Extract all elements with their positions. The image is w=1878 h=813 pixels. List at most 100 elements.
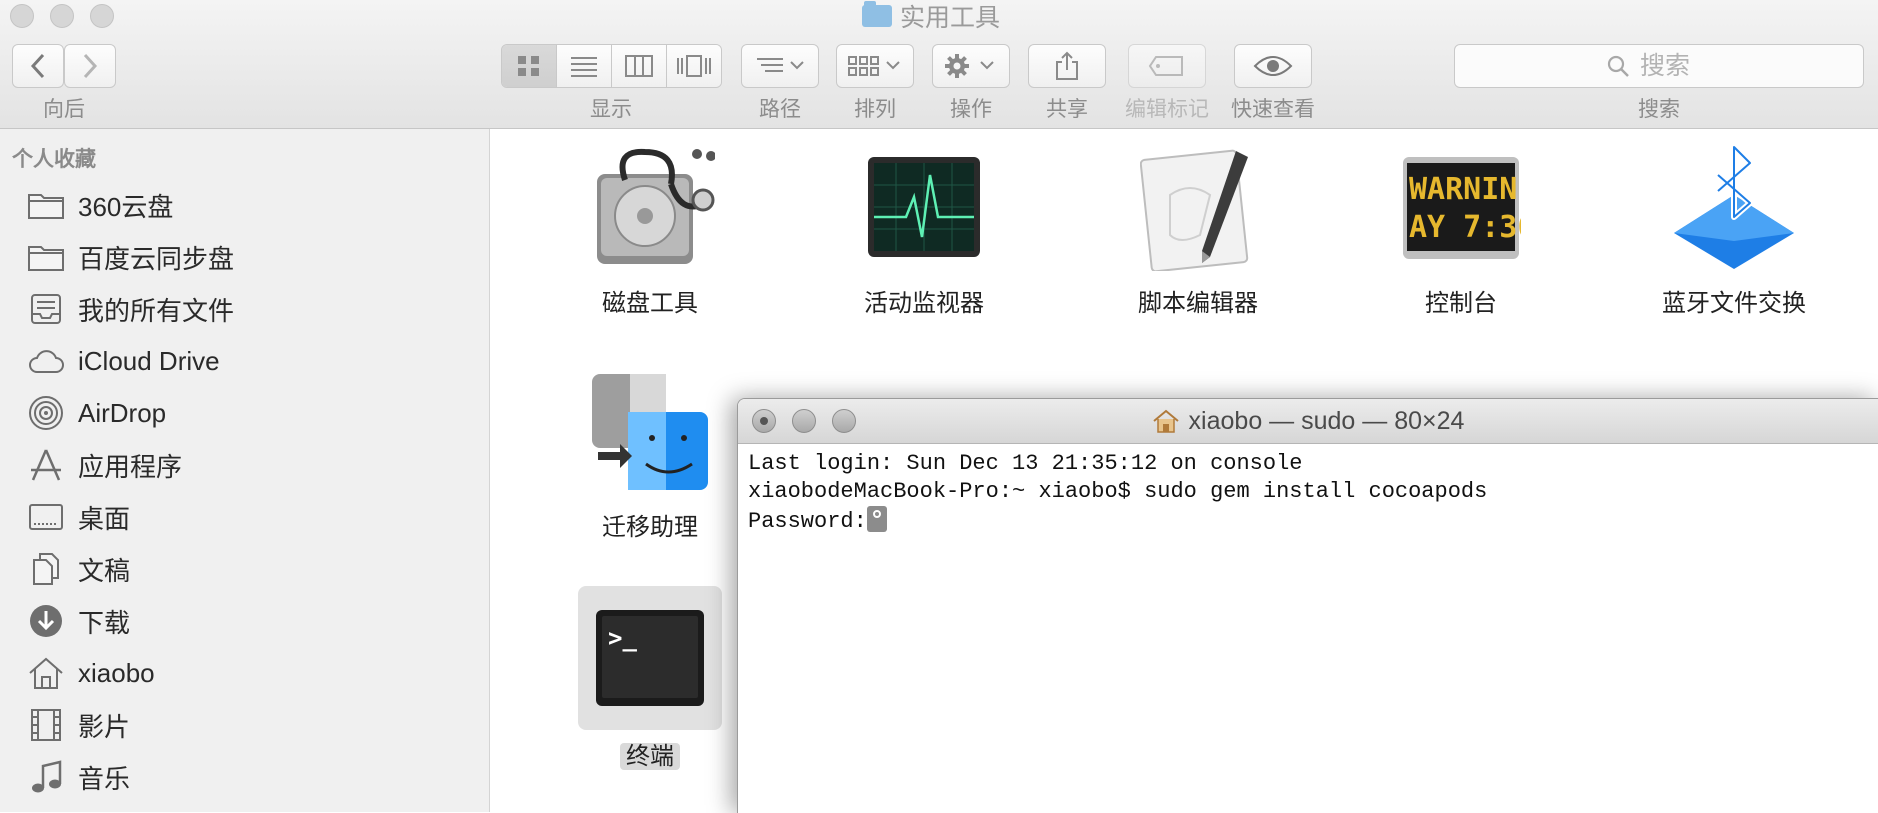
home-icon	[1152, 409, 1179, 433]
sidebar-item-label: xiaobo	[78, 657, 155, 688]
columns-icon	[625, 55, 653, 77]
sidebar-item-label: 百度云同步盘	[78, 243, 235, 274]
app-disk-utility[interactable]: 磁盘工具	[530, 143, 770, 318]
search-input[interactable]	[1638, 50, 1712, 82]
app-label-text: 终端	[620, 743, 680, 770]
sidebar-item-music[interactable]: 音乐	[28, 755, 130, 799]
sidebar-item-downloads[interactable]: 下载	[28, 599, 130, 643]
terminal-titlebar[interactable]: xiaobo — sudo — 80×24	[738, 399, 1878, 444]
terminal-window[interactable]: xiaobo — sudo — 80×24 Last login: Sun De…	[737, 398, 1878, 813]
view-label: 显示	[590, 98, 632, 121]
sidebar-item-all-files[interactable]: 我的所有文件	[28, 287, 234, 331]
minimize-window-button[interactable]	[50, 4, 74, 28]
list-icon	[571, 57, 597, 77]
app-label: 控制台	[1425, 290, 1497, 317]
applications-icon	[28, 447, 64, 483]
edit-tags-label: 编辑标记	[1125, 98, 1209, 121]
eye-icon	[1253, 56, 1293, 76]
cover-flow-icon	[677, 55, 711, 77]
app-terminal[interactable]: >_ 终端	[530, 586, 770, 771]
cover-flow-button[interactable]	[667, 45, 721, 87]
app-label-selected: 终端	[530, 736, 770, 771]
password-prompt: Password:	[748, 509, 867, 534]
icon-view-button[interactable]	[502, 45, 557, 87]
app-label: 活动监视器	[864, 290, 984, 317]
bluetooth-icon	[1669, 143, 1799, 273]
share-button[interactable]	[1028, 44, 1106, 88]
window-title-text: 实用工具	[900, 4, 1001, 32]
terminal-zoom-button[interactable]	[832, 409, 856, 433]
sidebar-item-icloud-drive[interactable]: iCloud Drive	[28, 339, 220, 383]
arrange-button[interactable]	[836, 44, 914, 88]
sidebar-item-label: 音乐	[78, 763, 131, 794]
app-label: 蓝牙文件交换	[1662, 290, 1806, 317]
action-label: 操作	[950, 98, 992, 121]
gear-icon	[945, 54, 994, 78]
sidebar-item-documents[interactable]: 文稿	[28, 547, 130, 591]
console-screen-text-2: AY 7:36	[1409, 210, 1521, 245]
path-list-icon	[757, 58, 804, 72]
console-screen-text-1: WARNIN	[1409, 172, 1517, 207]
sidebar-item-label: AirDrop	[78, 397, 167, 428]
column-view-button[interactable]	[612, 45, 667, 87]
list-view-button[interactable]	[557, 45, 612, 87]
back-button[interactable]	[12, 44, 64, 88]
zoom-window-button[interactable]	[90, 4, 114, 28]
app-bluetooth-file-exchange[interactable]: 蓝牙文件交换	[1614, 143, 1854, 318]
terminal-minimize-button[interactable]	[792, 409, 816, 433]
close-dot-icon	[760, 417, 768, 425]
action-button[interactable]	[932, 44, 1010, 88]
close-window-button[interactable]	[10, 4, 34, 28]
folder-icon	[28, 239, 64, 275]
edit-tags-button[interactable]	[1128, 44, 1206, 88]
nav-label: 向后	[43, 98, 85, 121]
terminal-close-button[interactable]	[752, 409, 776, 433]
app-console[interactable]: WARNIN AY 7:36 控制台	[1341, 143, 1581, 318]
terminal-output[interactable]: Last login: Sun Dec 13 21:35:12 on conso…	[738, 444, 1878, 542]
sidebar-item-360-cloud[interactable]: 360云盘	[28, 183, 173, 227]
search-icon	[1607, 55, 1629, 77]
tag-icon	[1148, 56, 1183, 76]
app-label: 磁盘工具	[602, 290, 698, 317]
chevron-left-icon	[30, 53, 45, 79]
home-icon	[28, 655, 64, 691]
script-editor-icon	[1133, 143, 1263, 273]
terminal-app-icon: >_	[578, 586, 722, 730]
chevron-right-icon	[83, 53, 98, 79]
view-mode-control[interactable]	[501, 44, 722, 88]
sidebar-item-baidu-sync[interactable]: 百度云同步盘	[28, 235, 234, 279]
sidebar-item-label: 桌面	[78, 503, 131, 534]
sidebar-item-label: 我的所有文件	[78, 295, 235, 326]
cloud-icon	[28, 343, 64, 379]
activity-monitor-icon	[859, 143, 989, 273]
sidebar-item-applications[interactable]: 应用程序	[28, 443, 182, 487]
quick-look-button[interactable]	[1234, 44, 1312, 88]
sidebar-item-label: 应用程序	[78, 451, 183, 482]
utilities-folder-icon	[862, 1, 892, 27]
folder-icon	[28, 187, 64, 223]
arrange-grid-icon	[848, 56, 900, 76]
path-button[interactable]	[741, 44, 819, 88]
music-icon	[28, 759, 64, 795]
grid-icon	[518, 56, 539, 76]
download-icon	[28, 603, 64, 639]
sidebar-item-home[interactable]: xiaobo	[28, 651, 155, 695]
search-field[interactable]	[1454, 44, 1864, 88]
sidebar-item-airdrop[interactable]: AirDrop	[28, 391, 166, 435]
window-title: 实用工具	[862, 0, 1000, 32]
sidebar-item-label: iCloud Drive	[78, 345, 220, 376]
sidebar-item-desktop[interactable]: 桌面	[28, 495, 130, 539]
sidebar-item-label: 360云盘	[78, 191, 174, 222]
search-label: 搜索	[1638, 98, 1680, 121]
app-migration-assistant[interactable]: 迁移助理	[530, 367, 770, 542]
quick-look-label: 快速查看	[1231, 98, 1315, 121]
documents-icon	[28, 551, 64, 587]
finder-toolbar: 实用工具 向后 显示 路径 排列 操作 共享 编辑标记 快速查看 搜索 搜索	[0, 0, 1878, 129]
key-icon	[866, 506, 887, 532]
forward-button[interactable]	[64, 44, 116, 88]
app-script-editor[interactable]: 脚本编辑器	[1078, 143, 1318, 318]
share-icon	[1056, 51, 1078, 80]
sidebar-item-movies[interactable]: 影片	[28, 703, 130, 747]
app-activity-monitor[interactable]: 活动监视器	[804, 143, 1044, 318]
migration-assistant-icon	[585, 367, 715, 497]
